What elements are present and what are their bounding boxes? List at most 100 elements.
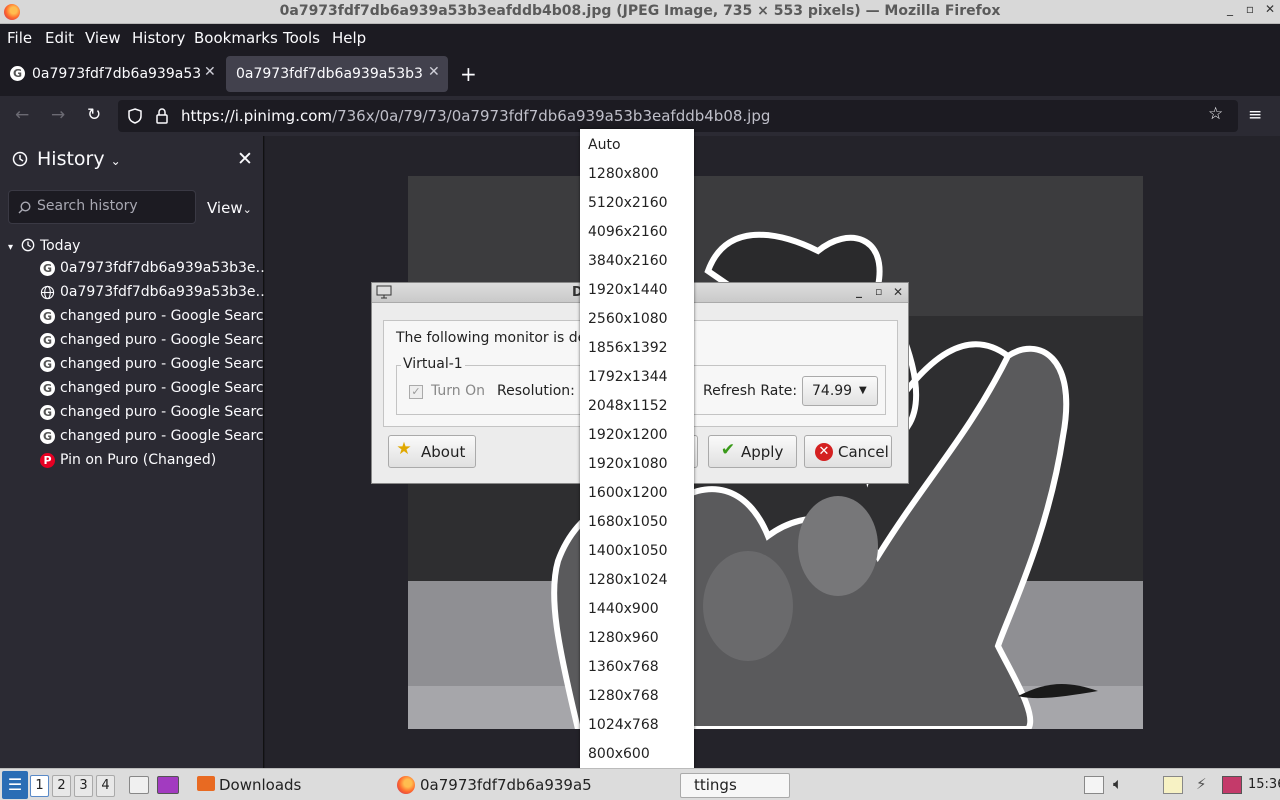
bookmark-star-icon[interactable]: ☆ <box>1208 104 1223 124</box>
refresh-rate-label: Refresh Rate: <box>703 383 798 399</box>
sidebar-close-button[interactable]: ✕ <box>237 148 253 170</box>
resolution-option[interactable]: 1360x768 <box>580 653 694 682</box>
resolution-option[interactable]: 4096x2160 <box>580 218 694 247</box>
history-item[interactable]: Gchanged puro - Google Search <box>38 354 264 376</box>
menu-bar: File Edit View History Bookmarks Tools H… <box>0 24 1280 52</box>
clipboard-icon[interactable] <box>1163 776 1183 794</box>
url-bar[interactable]: https://i.pinimg.com/736x/0a/79/73/0a797… <box>118 100 1238 132</box>
workspace-3[interactable]: 3 <box>74 775 93 797</box>
clock[interactable]: 15:36 <box>1248 777 1280 792</box>
google-icon: G <box>40 357 55 372</box>
maximize-button[interactable]: ▫ <box>1242 2 1258 16</box>
menu-file[interactable]: File <box>7 29 32 47</box>
history-item[interactable]: Gchanged puro - Google Search <box>38 306 264 328</box>
taskbar-firefox[interactable]: 0a7973fdf7db6a939a5 <box>395 773 592 798</box>
resolution-option[interactable]: 5120x2160 <box>580 189 694 218</box>
resolution-option[interactable]: 1280x768 <box>580 682 694 711</box>
history-item[interactable]: Gchanged puro - Google Search <box>38 402 264 424</box>
view-menu-button[interactable]: View⌄ <box>207 199 252 217</box>
sidebar-title[interactable]: History ⌄ <box>37 148 121 170</box>
network-icon[interactable]: ⚡︎ <box>1196 775 1207 793</box>
about-button[interactable]: ★ About <box>388 435 476 468</box>
menu-history[interactable]: History <box>132 29 185 47</box>
workspace-4[interactable]: 4 <box>96 775 115 797</box>
workspace-1[interactable]: 1 <box>30 775 49 797</box>
globe-icon <box>40 285 55 300</box>
apply-button[interactable]: ✔ Apply <box>708 435 797 468</box>
history-search-field[interactable] <box>8 190 196 224</box>
menu-help[interactable]: Help <box>332 29 366 47</box>
history-item[interactable]: 0a7973fdf7db6a939a53b3e… <box>38 282 264 304</box>
resolution-label: Resolution: <box>497 383 575 399</box>
pinterest-icon: P <box>40 453 55 468</box>
hamburger-menu-icon[interactable]: ≡ <box>1248 105 1262 125</box>
lock-icon[interactable] <box>156 108 168 124</box>
minimize-button[interactable]: _ <box>1222 2 1238 16</box>
resolution-option[interactable]: 2048x1152 <box>580 392 694 421</box>
url-text[interactable]: https://i.pinimg.com/736x/0a/79/73/0a797… <box>181 107 770 125</box>
resolution-option[interactable]: 1024x768 <box>580 711 694 740</box>
clock-icon <box>12 151 28 167</box>
resolution-option[interactable]: 1680x1050 <box>580 508 694 537</box>
tab-label: 0a7973fdf7db6a939a53b3e <box>236 66 422 82</box>
clock-icon <box>22 238 35 252</box>
workspace-2[interactable]: 2 <box>52 775 71 797</box>
tab-image-2[interactable]: 0a7973fdf7db6a939a53b3e ✕ <box>226 56 448 92</box>
search-history-input[interactable] <box>37 198 187 214</box>
dialog-close-button[interactable]: ✕ <box>893 285 903 299</box>
window-title: 0a7973fdf7db6a939a53b3eafddb4b08.jpg (JP… <box>279 3 1001 19</box>
power-manager-icon[interactable] <box>1222 776 1242 794</box>
forward-icon[interactable]: → <box>51 105 65 125</box>
menu-edit[interactable]: Edit <box>45 29 74 47</box>
history-item[interactable]: Gchanged puro - Google Search <box>38 330 264 352</box>
cancel-button[interactable]: ✕ Cancel <box>804 435 892 468</box>
firefox-icon <box>397 776 415 794</box>
file-manager-launcher-icon[interactable] <box>129 776 149 794</box>
close-tab-icon[interactable]: ✕ <box>428 64 440 80</box>
display-tray-icon[interactable] <box>1084 776 1104 794</box>
turn-on-checkbox[interactable]: ✓ <box>409 385 423 399</box>
resolution-option[interactable]: 2560x1080 <box>580 305 694 334</box>
menu-bookmarks[interactable]: Bookmarks <box>194 29 278 47</box>
dialog-maximize-button[interactable]: ▫ <box>875 285 882 298</box>
history-sidebar: History ⌄ ✕ View⌄ ▾ Today G0a7973fdf7db6… <box>0 136 264 768</box>
start-menu-icon[interactable]: ☰ <box>2 771 28 799</box>
dialog-message: The following monitor is det <box>396 330 592 346</box>
checkmark-icon: ✔ <box>720 440 736 460</box>
menu-tools[interactable]: Tools <box>283 29 320 47</box>
history-item[interactable]: G 0a7973fdf7db6a939a53b3e… <box>38 258 264 280</box>
google-icon: G <box>10 66 25 81</box>
new-tab-button[interactable]: + <box>460 62 477 86</box>
resolution-option[interactable]: 1440x900 <box>580 595 694 624</box>
resolution-option[interactable]: Auto <box>580 131 694 160</box>
tab-image-1[interactable]: G 0a7973fdf7db6a939a53b ✕ <box>4 56 222 92</box>
resolution-option[interactable]: 1856x1392 <box>580 334 694 363</box>
resolution-option[interactable]: 1280x800 <box>580 160 694 189</box>
resolution-option[interactable]: 1600x1200 <box>580 479 694 508</box>
history-item[interactable]: Gchanged puro - Google Search <box>38 426 264 448</box>
close-tab-icon[interactable]: ✕ <box>204 64 216 80</box>
taskbar-downloads[interactable]: Downloads <box>195 773 385 798</box>
resolution-option[interactable]: 1920x1440 <box>580 276 694 305</box>
shield-icon[interactable] <box>128 108 142 124</box>
taskbar-display-settings[interactable]: ttings <box>680 773 790 798</box>
history-item[interactable]: Gchanged puro - Google Search <box>38 378 264 400</box>
back-icon[interactable]: ← <box>15 105 29 125</box>
refresh-rate-select[interactable]: 74.99 ▼ <box>802 376 878 406</box>
resolution-option[interactable]: 1280x960 <box>580 624 694 653</box>
history-item[interactable]: P Pin on Puro (Changed) <box>38 450 264 472</box>
menu-view[interactable]: View <box>85 29 121 47</box>
resolution-option[interactable]: 1792x1344 <box>580 363 694 392</box>
terminal-launcher-icon[interactable] <box>157 776 179 794</box>
reload-icon[interactable]: ↻ <box>87 105 101 125</box>
history-group-today[interactable]: ▾ Today <box>8 236 80 254</box>
resolution-option[interactable]: 1400x1050 <box>580 537 694 566</box>
dialog-minimize-button[interactable]: _ <box>856 284 862 298</box>
resolution-option[interactable]: 3840x2160 <box>580 247 694 276</box>
resolution-option[interactable]: 1920x1080 <box>580 450 694 479</box>
resolution-option[interactable]: 1920x1200 <box>580 421 694 450</box>
close-window-button[interactable]: ✕ <box>1262 2 1278 16</box>
resolution-option[interactable]: 800x600 <box>580 740 694 769</box>
volume-icon[interactable]: 🔈︎ <box>1113 774 1123 794</box>
resolution-option[interactable]: 1280x1024 <box>580 566 694 595</box>
